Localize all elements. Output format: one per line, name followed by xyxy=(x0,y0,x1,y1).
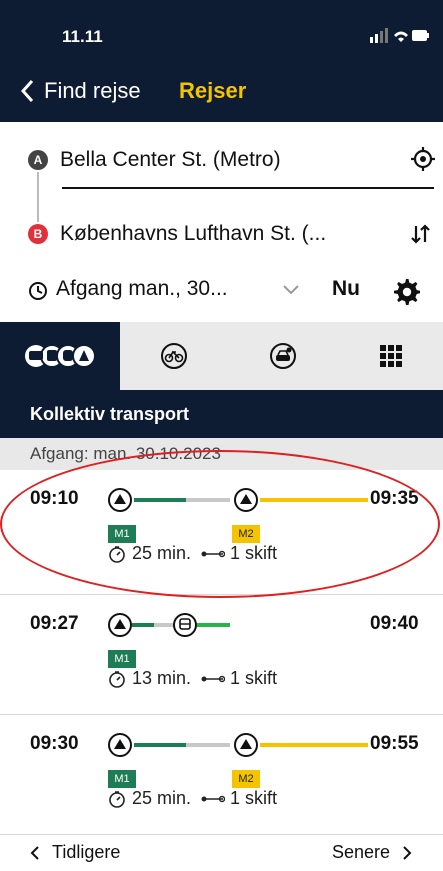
stopwatch-icon xyxy=(109,790,125,808)
trip-duration: 25 min. xyxy=(132,788,192,808)
trip-info: 25 min. 1 skift xyxy=(108,788,277,809)
page-title: Rejser xyxy=(179,78,247,103)
tab-public-transport[interactable] xyxy=(0,322,120,390)
arrival-time: 09:55 xyxy=(370,733,419,754)
transport-mode-tabs xyxy=(0,322,443,390)
train-icon xyxy=(173,613,197,637)
battery-icon xyxy=(412,30,427,41)
grid-icon xyxy=(379,345,402,367)
metro-icon xyxy=(108,613,132,637)
later-button[interactable]: Senere xyxy=(332,842,412,863)
back-button[interactable]: Find rejse xyxy=(20,74,141,108)
divider xyxy=(0,834,443,835)
chevron-down-icon[interactable] xyxy=(281,282,301,298)
metro-icon xyxy=(108,733,132,757)
from-badge: A xyxy=(28,150,48,170)
metro-icon xyxy=(108,488,132,512)
bike-icon xyxy=(161,343,187,369)
from-stop-field[interactable]: A Bella Center St. (Metro) xyxy=(28,140,438,180)
gear-icon[interactable] xyxy=(392,277,420,305)
app-header: 11.11 Find rejse Rejser xyxy=(0,0,443,122)
public-transport-icon xyxy=(25,344,96,368)
line-badge: M2 xyxy=(232,525,260,543)
status-icons xyxy=(370,28,429,43)
arrival-time: 09:40 xyxy=(370,613,419,634)
transfer-icon xyxy=(201,795,226,802)
clock-icon xyxy=(29,282,47,300)
departure-time: 09:10 xyxy=(30,488,79,509)
trip-transfers: 1 skift xyxy=(230,543,278,563)
route-line xyxy=(108,488,368,512)
to-badge: B xyxy=(28,224,48,244)
earlier-button[interactable]: Tidligere xyxy=(30,842,120,863)
trip-info: 25 min. 1 skift xyxy=(108,543,277,564)
transfer-icon xyxy=(201,550,226,557)
tab-bike[interactable] xyxy=(120,322,228,390)
chevron-right-icon xyxy=(403,845,412,860)
line-badge: M1 xyxy=(108,770,136,788)
route-line xyxy=(108,733,368,757)
locate-icon[interactable] xyxy=(410,146,436,172)
trip-duration: 25 min. xyxy=(132,543,192,563)
chevron-left-icon xyxy=(30,845,39,860)
back-label: Find rejse xyxy=(44,78,141,103)
metro-icon xyxy=(234,733,258,757)
status-time: 11.11 xyxy=(62,27,103,46)
wifi-icon xyxy=(394,31,408,42)
departure-time-select[interactable]: Afgang man., 30... xyxy=(56,277,228,301)
chevron-left-icon xyxy=(20,79,34,103)
earlier-label: Tidligere xyxy=(52,842,121,862)
line-badge: M1 xyxy=(108,650,136,668)
later-label: Senere xyxy=(332,842,391,862)
section-title-text: Kollektiv transport xyxy=(30,404,190,424)
stopwatch-icon xyxy=(109,670,125,688)
trip-card[interactable]: 09:27 09:40 M1 13 min. 1 skift xyxy=(0,595,443,705)
pagination-footer: Tidligere Senere xyxy=(0,836,443,871)
trip-card[interactable]: 09:10 09:35 M1 M2 25 min. 1 skift xyxy=(0,470,443,580)
from-stop-text: Bella Center St. (Metro) xyxy=(60,148,281,171)
arrival-time: 09:35 xyxy=(370,488,419,509)
time-selector-row: Afgang man., 30... Nu xyxy=(0,262,443,320)
trip-info: 13 min. 1 skift xyxy=(108,668,277,689)
tab-car[interactable] xyxy=(228,322,338,390)
to-stop-field[interactable]: B Københavns Lufthavn St. (... xyxy=(28,214,438,254)
departure-time: 09:27 xyxy=(30,613,79,634)
car-icon xyxy=(270,343,296,369)
stop-divider xyxy=(62,187,434,189)
swap-icon[interactable] xyxy=(409,222,433,246)
route-line xyxy=(108,613,230,637)
line-badge: M1 xyxy=(108,525,136,543)
trip-transfers: 1 skift xyxy=(230,788,278,808)
departure-time: 09:30 xyxy=(30,733,79,754)
transfer-icon xyxy=(201,675,226,682)
date-bar: Afgang: man. 30.10.2023 xyxy=(0,438,443,470)
date-label: Afgang: man. 30.10.2023 xyxy=(30,444,221,463)
metro-icon xyxy=(234,488,258,512)
tab-more[interactable] xyxy=(338,322,443,390)
to-stop-text: Københavns Lufthavn St. (... xyxy=(60,222,327,245)
trip-card[interactable]: 09:30 09:55 M1 M2 25 min. 1 skift xyxy=(0,715,443,825)
stopwatch-icon xyxy=(109,545,125,563)
now-button[interactable]: Nu xyxy=(332,277,360,301)
section-title: Kollektiv transport xyxy=(0,390,443,438)
line-badge: M2 xyxy=(232,770,260,788)
trip-duration: 13 min. xyxy=(132,668,192,688)
stops-panel: A Bella Center St. (Metro) B Københavns … xyxy=(0,122,443,252)
trip-transfers: 1 skift xyxy=(230,668,278,688)
signal-icon xyxy=(370,37,373,43)
